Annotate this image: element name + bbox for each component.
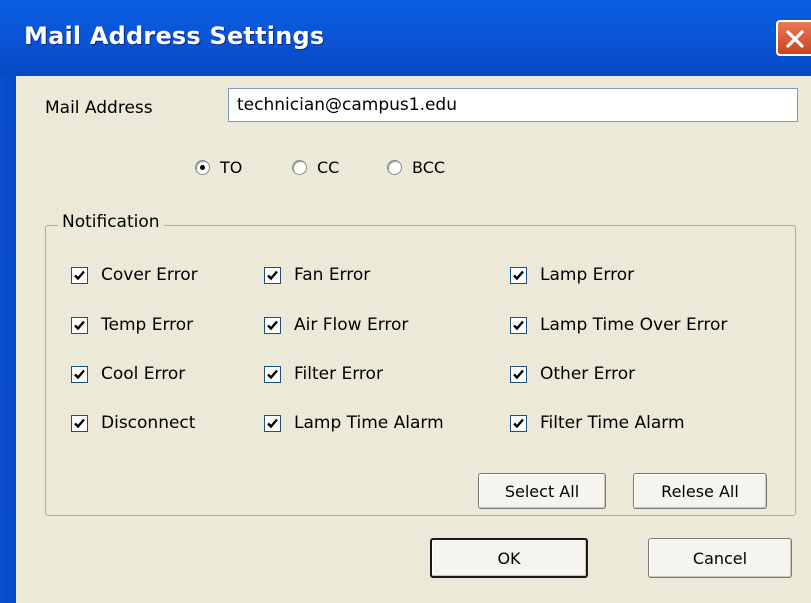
checkbox-disconnect[interactable]: Disconnect xyxy=(71,413,195,433)
cancel-button[interactable]: Cancel xyxy=(648,538,792,578)
checkmark-icon xyxy=(513,418,524,428)
window-frame xyxy=(0,76,16,603)
close-icon xyxy=(786,30,804,48)
checkmark-icon xyxy=(74,369,85,379)
checkmark-icon xyxy=(74,320,85,330)
close-button[interactable] xyxy=(776,20,811,56)
radio-bcc-indicator xyxy=(387,160,402,175)
checkmark-icon xyxy=(74,418,85,428)
title-bar[interactable]: Mail Address Settings xyxy=(0,0,811,76)
checkbox-lamp-time-alarm-box xyxy=(264,414,281,432)
checkbox-lamp-time-alarm[interactable]: Lamp Time Alarm xyxy=(264,413,444,433)
checkbox-lamp-time-over-error-box xyxy=(510,316,527,334)
checkbox-filter-time-alarm-label: Filter Time Alarm xyxy=(540,413,685,433)
mail-address-label: Mail Address xyxy=(45,98,153,118)
checkbox-filter-time-alarm[interactable]: Filter Time Alarm xyxy=(510,413,685,433)
checkbox-filter-error[interactable]: Filter Error xyxy=(264,364,383,384)
radio-cc-label: CC xyxy=(317,158,340,177)
window-title: Mail Address Settings xyxy=(24,22,325,50)
checkbox-fan-error-label: Fan Error xyxy=(294,265,371,285)
checkbox-cool-error-label: Cool Error xyxy=(101,364,186,384)
checkbox-temp-error-box xyxy=(71,316,88,334)
release-all-button[interactable]: Relese All xyxy=(633,473,767,509)
checkbox-other-error-box xyxy=(510,365,527,383)
checkbox-cover-error[interactable]: Cover Error xyxy=(71,265,198,285)
checkmark-icon xyxy=(267,369,278,379)
checkmark-icon xyxy=(267,418,278,428)
checkbox-filter-error-label: Filter Error xyxy=(294,364,383,384)
radio-cc[interactable]: CC xyxy=(292,158,339,177)
checkbox-air-flow-error[interactable]: Air Flow Error xyxy=(264,315,408,335)
checkbox-fan-error-box xyxy=(264,266,281,284)
checkbox-air-flow-error-label: Air Flow Error xyxy=(294,315,409,335)
checkmark-icon xyxy=(513,320,524,330)
checkbox-filter-error-box xyxy=(264,365,281,383)
checkbox-disconnect-label: Disconnect xyxy=(101,413,196,433)
checkbox-cover-error-label: Cover Error xyxy=(101,265,198,285)
checkbox-cover-error-box xyxy=(71,266,88,284)
checkbox-lamp-error-label: Lamp Error xyxy=(540,265,635,285)
checkbox-lamp-error[interactable]: Lamp Error xyxy=(510,265,634,285)
checkbox-cool-error[interactable]: Cool Error xyxy=(71,364,185,384)
checkbox-lamp-time-alarm-label: Lamp Time Alarm xyxy=(294,413,444,433)
notification-group-title: Notification xyxy=(58,212,164,232)
radio-bcc-label: BCC xyxy=(412,158,446,177)
checkmark-icon xyxy=(513,270,524,280)
checkbox-other-error[interactable]: Other Error xyxy=(510,364,635,384)
checkbox-temp-error[interactable]: Temp Error xyxy=(71,315,193,335)
radio-cc-indicator xyxy=(292,160,307,175)
checkbox-filter-time-alarm-box xyxy=(510,414,527,432)
checkmark-icon xyxy=(74,270,85,280)
radio-to[interactable]: TO xyxy=(195,158,242,177)
checkbox-fan-error[interactable]: Fan Error xyxy=(264,265,370,285)
mail-address-settings-dialog: Mail Address Settings Mail Address TO CC… xyxy=(0,0,811,603)
checkbox-lamp-time-over-error[interactable]: Lamp Time Over Error xyxy=(510,315,727,335)
checkmark-icon xyxy=(513,369,524,379)
radio-to-label: TO xyxy=(220,158,243,177)
checkbox-other-error-label: Other Error xyxy=(540,364,636,384)
checkbox-disconnect-box xyxy=(71,414,88,432)
checkmark-icon xyxy=(267,270,278,280)
checkbox-cool-error-box xyxy=(71,365,88,383)
checkbox-lamp-error-box xyxy=(510,266,527,284)
checkbox-air-flow-error-box xyxy=(264,316,281,334)
checkbox-lamp-time-over-error-label: Lamp Time Over Error xyxy=(540,315,728,335)
checkbox-temp-error-label: Temp Error xyxy=(101,315,194,335)
select-all-button[interactable]: Select All xyxy=(478,473,606,509)
radio-bcc[interactable]: BCC xyxy=(387,158,445,177)
mail-address-input[interactable] xyxy=(228,88,798,122)
ok-button[interactable]: OK xyxy=(430,538,588,578)
radio-to-indicator xyxy=(195,160,210,175)
checkmark-icon xyxy=(267,320,278,330)
